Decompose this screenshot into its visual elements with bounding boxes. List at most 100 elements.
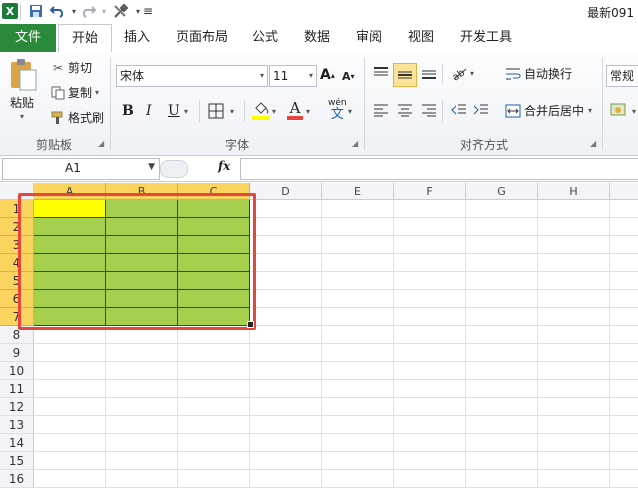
cell-a2[interactable] bbox=[34, 218, 106, 236]
row-header-16[interactable]: 16 bbox=[0, 470, 34, 488]
cell-e13[interactable] bbox=[322, 416, 394, 434]
cell-a11[interactable] bbox=[34, 380, 106, 398]
cell-g1[interactable] bbox=[466, 200, 538, 218]
cell-d3[interactable] bbox=[250, 236, 322, 254]
cell-f11[interactable] bbox=[394, 380, 466, 398]
cell-f10[interactable] bbox=[394, 362, 466, 380]
cell-h16[interactable] bbox=[538, 470, 610, 488]
cell-h3[interactable] bbox=[538, 236, 610, 254]
cell-overflow[interactable] bbox=[610, 362, 638, 380]
cell-a6[interactable] bbox=[34, 290, 106, 308]
cell-g14[interactable] bbox=[466, 434, 538, 452]
font-name-select[interactable]: 宋体 ▾ bbox=[116, 65, 268, 87]
cell-overflow[interactable] bbox=[610, 218, 638, 236]
cell-d11[interactable] bbox=[250, 380, 322, 398]
cell-g12[interactable] bbox=[466, 398, 538, 416]
save-icon[interactable] bbox=[28, 3, 44, 19]
cell-g3[interactable] bbox=[466, 236, 538, 254]
fill-handle[interactable] bbox=[247, 321, 254, 328]
cell-b12[interactable] bbox=[106, 398, 178, 416]
cell-d12[interactable] bbox=[250, 398, 322, 416]
column-header-overflow[interactable] bbox=[610, 183, 638, 200]
cell-e3[interactable] bbox=[322, 236, 394, 254]
align-center-icon[interactable] bbox=[396, 102, 414, 118]
cell-f2[interactable] bbox=[394, 218, 466, 236]
cell-b15[interactable] bbox=[106, 452, 178, 470]
cell-e7[interactable] bbox=[322, 308, 394, 326]
cell-h7[interactable] bbox=[538, 308, 610, 326]
cell-b4[interactable] bbox=[106, 254, 178, 272]
accounting-format-icon[interactable] bbox=[610, 102, 632, 118]
cell-c8[interactable] bbox=[178, 326, 250, 344]
cell-h4[interactable] bbox=[538, 254, 610, 272]
cell-h9[interactable] bbox=[538, 344, 610, 362]
cell-b14[interactable] bbox=[106, 434, 178, 452]
cell-c11[interactable] bbox=[178, 380, 250, 398]
cell-e6[interactable] bbox=[322, 290, 394, 308]
cell-a16[interactable] bbox=[34, 470, 106, 488]
underline-dropdown-icon[interactable]: ▾ bbox=[184, 107, 188, 116]
cell-d13[interactable] bbox=[250, 416, 322, 434]
cell-g10[interactable] bbox=[466, 362, 538, 380]
cell-overflow[interactable] bbox=[610, 380, 638, 398]
cell-c4[interactable] bbox=[178, 254, 250, 272]
cell-c6[interactable] bbox=[178, 290, 250, 308]
cell-a13[interactable] bbox=[34, 416, 106, 434]
row-header-2[interactable]: 2 bbox=[0, 218, 34, 236]
shrink-font-icon[interactable]: A ▾ bbox=[342, 70, 355, 83]
column-header-a[interactable]: A bbox=[34, 183, 106, 200]
row-header-3[interactable]: 3 bbox=[0, 236, 34, 254]
cell-b13[interactable] bbox=[106, 416, 178, 434]
align-right-icon[interactable] bbox=[420, 102, 438, 118]
cell-d9[interactable] bbox=[250, 344, 322, 362]
cell-f12[interactable] bbox=[394, 398, 466, 416]
underline-button[interactable]: U bbox=[168, 103, 180, 119]
font-color-dropdown-icon[interactable]: ▾ bbox=[306, 107, 310, 116]
cell-e11[interactable] bbox=[322, 380, 394, 398]
cell-overflow[interactable] bbox=[610, 470, 638, 488]
font-size-select[interactable]: 11 ▾ bbox=[269, 65, 317, 87]
column-header-b[interactable]: B bbox=[106, 183, 178, 200]
undo-icon[interactable] bbox=[50, 3, 66, 19]
cell-b6[interactable] bbox=[106, 290, 178, 308]
cell-e15[interactable] bbox=[322, 452, 394, 470]
cell-overflow[interactable] bbox=[610, 290, 638, 308]
cell-c10[interactable] bbox=[178, 362, 250, 380]
number-format-select[interactable]: 常规 bbox=[606, 65, 638, 87]
cell-f9[interactable] bbox=[394, 344, 466, 362]
row-header-9[interactable]: 9 bbox=[0, 344, 34, 362]
tab-review[interactable]: 审阅 bbox=[350, 24, 388, 52]
cell-b5[interactable] bbox=[106, 272, 178, 290]
grow-font-icon[interactable]: A ▴ bbox=[320, 67, 335, 83]
merge-center-dropdown-icon[interactable]: ▾ bbox=[588, 106, 592, 115]
cell-overflow[interactable] bbox=[610, 254, 638, 272]
cell-e8[interactable] bbox=[322, 326, 394, 344]
column-header-h[interactable]: H bbox=[538, 183, 610, 200]
fill-color-dropdown-icon[interactable]: ▾ bbox=[272, 107, 276, 116]
tab-data[interactable]: 数据 bbox=[298, 24, 336, 52]
row-header-1[interactable]: 1 bbox=[0, 200, 34, 218]
cell-h14[interactable] bbox=[538, 434, 610, 452]
row-header-4[interactable]: 4 bbox=[0, 254, 34, 272]
cell-f8[interactable] bbox=[394, 326, 466, 344]
cell-f7[interactable] bbox=[394, 308, 466, 326]
paste-dropdown-icon[interactable]: ▾ bbox=[20, 112, 24, 121]
tab-insert[interactable]: 插入 bbox=[118, 24, 156, 52]
cell-g7[interactable] bbox=[466, 308, 538, 326]
tab-file[interactable]: 文件 bbox=[0, 24, 56, 52]
borders-dropdown-icon[interactable]: ▾ bbox=[230, 107, 234, 116]
cell-h15[interactable] bbox=[538, 452, 610, 470]
row-header-11[interactable]: 11 bbox=[0, 380, 34, 398]
select-all-corner[interactable] bbox=[0, 183, 34, 200]
row-header-5[interactable]: 5 bbox=[0, 272, 34, 290]
cell-d5[interactable] bbox=[250, 272, 322, 290]
cell-f15[interactable] bbox=[394, 452, 466, 470]
cell-f16[interactable] bbox=[394, 470, 466, 488]
tab-home[interactable]: 开始 bbox=[58, 24, 112, 53]
cell-g11[interactable] bbox=[466, 380, 538, 398]
cell-b16[interactable] bbox=[106, 470, 178, 488]
row-header-8[interactable]: 8 bbox=[0, 326, 34, 344]
cell-overflow[interactable] bbox=[610, 452, 638, 470]
redo-icon[interactable] bbox=[80, 3, 96, 19]
cell-e2[interactable] bbox=[322, 218, 394, 236]
